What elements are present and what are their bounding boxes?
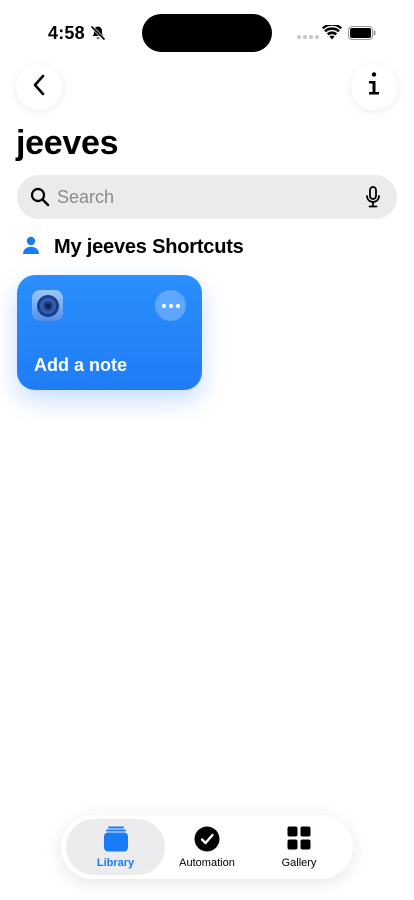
page-title: jeeves [16,124,119,162]
tab-bar: Library Automation Gallery [61,815,353,879]
ellipsis-icon [161,303,166,308]
tab-automation[interactable]: Automation [161,819,253,875]
microphone-icon[interactable] [365,186,381,213]
section-header: My jeeves Shortcuts [22,234,244,260]
screen: 4:58 jeeves Search My jeeves Shortcuts A… [0,0,414,900]
more-options-button[interactable] [155,290,186,321]
status-time: 4:58 [48,23,85,43]
person-icon [22,236,40,259]
chevron-left-icon [32,74,46,101]
grid-icon [287,826,311,855]
status-bar: 4:58 [0,0,414,64]
bell-slash-icon [90,25,106,46]
clock-check-icon [194,826,220,857]
section-title: My jeeves Shortcuts [54,235,244,258]
tab-gallery[interactable]: Gallery [253,819,345,875]
tab-label: Gallery [281,857,317,869]
back-button[interactable] [16,64,62,110]
search-input[interactable] [57,175,357,219]
jeeves-app-icon [32,290,63,321]
battery-icon [348,26,376,45]
tab-label: Library [96,857,135,869]
cellular-signal-icon [297,35,319,39]
search-icon [30,187,50,212]
shortcut-card-add-a-note[interactable]: Add a note [17,275,202,390]
info-icon [366,71,382,104]
tab-label: Automation [179,857,235,869]
dynamic-island [142,14,272,52]
search-bar[interactable] [17,175,397,219]
info-button[interactable] [351,64,397,110]
shortcut-title: Add a note [34,355,127,375]
wifi-icon [322,23,342,45]
tab-library[interactable]: Library [66,819,165,875]
stacked-squares-icon [103,826,129,857]
